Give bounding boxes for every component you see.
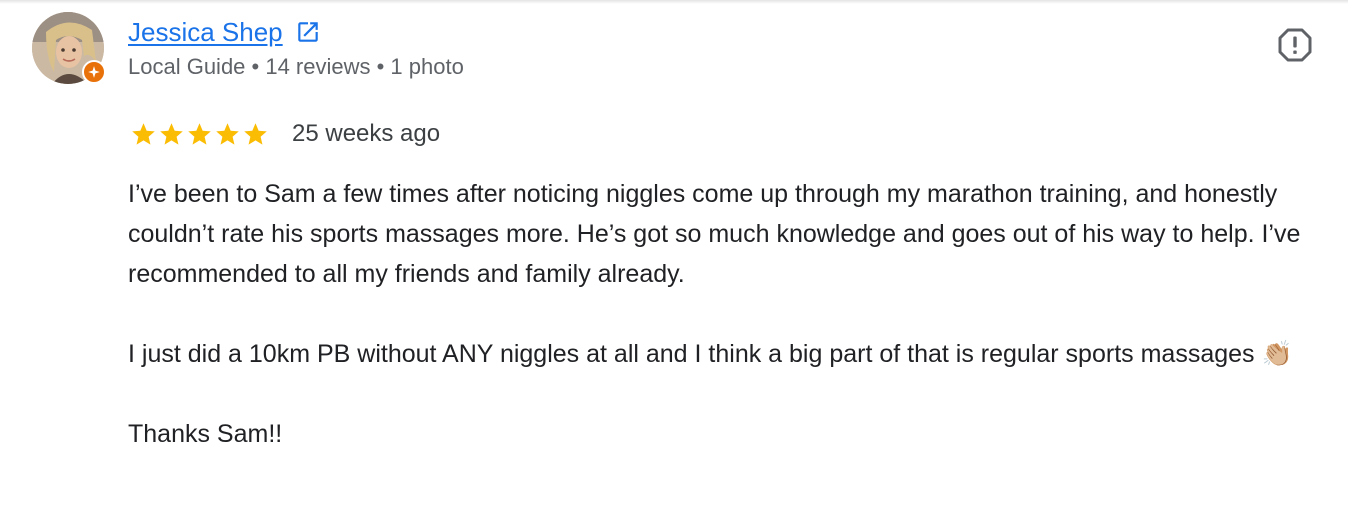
review-paragraph: I’ve been to Sam a few times after notic…	[128, 180, 1301, 288]
review-date: 25 weeks ago	[292, 120, 441, 147]
author-avatar[interactable]	[32, 12, 106, 84]
star-icon	[130, 121, 157, 148]
star-rating	[130, 121, 269, 148]
author-row: Jessica Shep	[128, 15, 321, 49]
local-guide-badge-icon	[82, 60, 106, 84]
star-icon	[186, 121, 213, 148]
rating-row: 25 weeks ago	[130, 118, 440, 150]
author-meta: Local Guide • 14 reviews • 1 photo	[128, 54, 464, 79]
review-card: Jessica Shep Local Guide • 14 reviews • …	[0, 0, 1348, 506]
open-in-new-icon[interactable]	[295, 19, 321, 45]
star-icon	[242, 121, 269, 148]
review-paragraph: I just did a 10km PB without ANY niggles…	[128, 340, 1293, 368]
review-text: I’ve been to Sam a few times after notic…	[128, 174, 1333, 454]
author-name-link[interactable]: Jessica Shep	[128, 17, 283, 48]
report-flag-icon[interactable]	[1277, 27, 1313, 63]
star-icon	[214, 121, 241, 148]
review-paragraph: Thanks Sam!!	[128, 420, 283, 448]
star-icon	[158, 121, 185, 148]
